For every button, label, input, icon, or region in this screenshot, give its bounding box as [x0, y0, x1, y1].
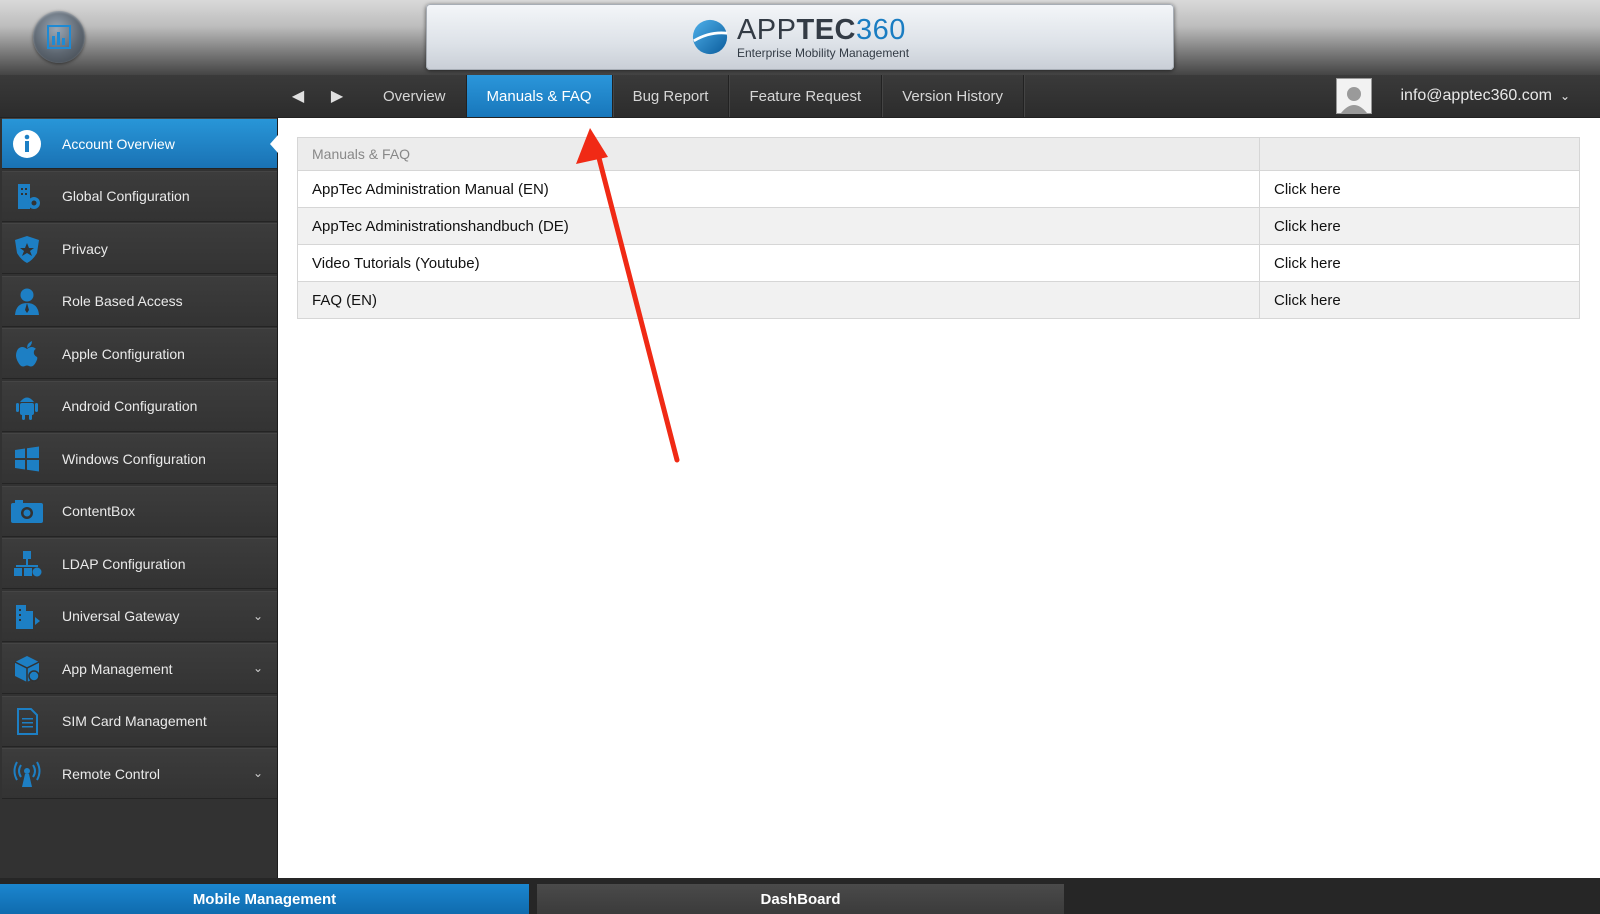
- table-row: FAQ (EN) Click here: [297, 281, 1580, 319]
- table-row: AppTec Administration Manual (EN) Click …: [297, 170, 1580, 208]
- globe-logo-icon: [692, 19, 728, 55]
- click-here-link[interactable]: Click here: [1259, 170, 1580, 208]
- user-menu[interactable]: info@apptec360.com ⌄: [1336, 75, 1570, 117]
- user-avatar-icon: [1336, 78, 1373, 114]
- sidebar-item-sim-card-management[interactable]: SIM Card Management: [2, 695, 277, 747]
- tab-bug-report[interactable]: Bug Report: [613, 75, 730, 117]
- sidebar-item-windows-configuration[interactable]: Windows Configuration: [2, 433, 277, 484]
- footer-bar: Mobile Management DashBoard: [0, 878, 1600, 914]
- row-title: FAQ (EN): [297, 281, 1260, 319]
- chevron-down-icon[interactable]: ⌄: [253, 609, 263, 623]
- android-icon: [10, 389, 44, 423]
- row-title: Video Tutorials (Youtube): [297, 244, 1260, 282]
- main-content: Manuals & FAQ AppTec Administration Manu…: [278, 118, 1600, 878]
- sidebar-item-universal-gateway[interactable]: Universal Gateway ⌄: [2, 590, 277, 642]
- triangle-left-icon: ◀: [291, 88, 305, 105]
- antenna-icon: [10, 757, 44, 791]
- footer-tab-dashboard[interactable]: DashBoard: [537, 884, 1064, 914]
- info-icon: [10, 127, 44, 161]
- table-header-title: Manuals & FAQ: [297, 137, 1260, 171]
- apple-icon: [10, 337, 44, 371]
- tab-feature-request[interactable]: Feature Request: [729, 75, 883, 117]
- tab-overview[interactable]: Overview: [363, 75, 467, 117]
- dashboard-home-button[interactable]: [33, 11, 85, 63]
- apptec-logo: APPTEC360 Enterprise Mobility Management: [426, 4, 1174, 70]
- user-email: info@apptec360.com: [1400, 87, 1552, 104]
- row-title: AppTec Administrationshandbuch (DE): [297, 207, 1260, 245]
- table-header-row: Manuals & FAQ: [297, 137, 1580, 171]
- sidebar-item-account-overview[interactable]: Account Overview: [2, 118, 278, 169]
- camera-box-icon: [10, 494, 44, 528]
- sidebar-item-app-management[interactable]: App Management ⌄: [2, 643, 277, 694]
- top-nav-bar: ◀ ▶ Overview Manuals & FAQ Bug Report Fe…: [0, 75, 1600, 118]
- tab-version-history[interactable]: Version History: [882, 75, 1025, 117]
- chevron-down-icon[interactable]: ⌄: [253, 661, 263, 675]
- nav-back-button[interactable]: ◀: [283, 75, 313, 117]
- click-here-link[interactable]: Click here: [1259, 244, 1580, 282]
- person-icon: [10, 284, 44, 318]
- logo-tagline: Enterprise Mobility Management: [736, 45, 910, 60]
- nav-forward-button[interactable]: ▶: [322, 75, 352, 117]
- ldap-tree-icon: [10, 547, 44, 581]
- app-box-icon: [10, 652, 44, 686]
- footer-tab-mobile-management[interactable]: Mobile Management: [0, 884, 529, 914]
- sidebar-item-android-configuration[interactable]: Android Configuration: [2, 380, 277, 432]
- table-row: Video Tutorials (Youtube) Click here: [297, 244, 1580, 282]
- chevron-down-icon[interactable]: ⌄: [253, 766, 263, 780]
- chevron-down-icon: ⌄: [1559, 89, 1570, 103]
- sidebar-item-remote-control[interactable]: Remote Control ⌄: [2, 748, 277, 799]
- sidebar-item-ldap-configuration[interactable]: LDAP Configuration: [2, 538, 277, 589]
- sidebar-item-contentbox[interactable]: ContentBox: [2, 485, 277, 537]
- click-here-link[interactable]: Click here: [1259, 281, 1580, 319]
- tab-manuals-faq[interactable]: Manuals & FAQ: [466, 75, 613, 117]
- windows-icon: [10, 442, 44, 476]
- row-title: AppTec Administration Manual (EN): [297, 170, 1260, 208]
- bar-chart-icon: [47, 25, 71, 49]
- sidebar-item-role-based-access[interactable]: Role Based Access: [2, 275, 277, 327]
- document-icon: [10, 704, 44, 738]
- sidebar-item-apple-configuration[interactable]: Apple Configuration: [2, 328, 277, 379]
- shield-star-icon: [10, 232, 44, 266]
- sidebar-item-privacy[interactable]: Privacy: [2, 223, 277, 274]
- gateway-icon: [10, 599, 44, 633]
- nav-tabs: Overview Manuals & FAQ Bug Report Featur…: [363, 75, 1025, 117]
- triangle-right-icon: ▶: [330, 88, 344, 105]
- manuals-faq-table: Manuals & FAQ AppTec Administration Manu…: [297, 137, 1580, 319]
- logo-brand: APPTEC360: [736, 13, 906, 46]
- click-here-link[interactable]: Click here: [1259, 207, 1580, 245]
- sidebar-item-global-configuration[interactable]: Global Configuration: [2, 170, 277, 222]
- app-header: APPTEC360 Enterprise Mobility Management: [0, 0, 1600, 75]
- table-row: AppTec Administrationshandbuch (DE) Clic…: [297, 207, 1580, 245]
- building-gear-icon: [10, 179, 44, 213]
- sidebar: Account Overview Global Configuration Pr…: [0, 118, 278, 878]
- table-header-blank: [1259, 137, 1580, 171]
